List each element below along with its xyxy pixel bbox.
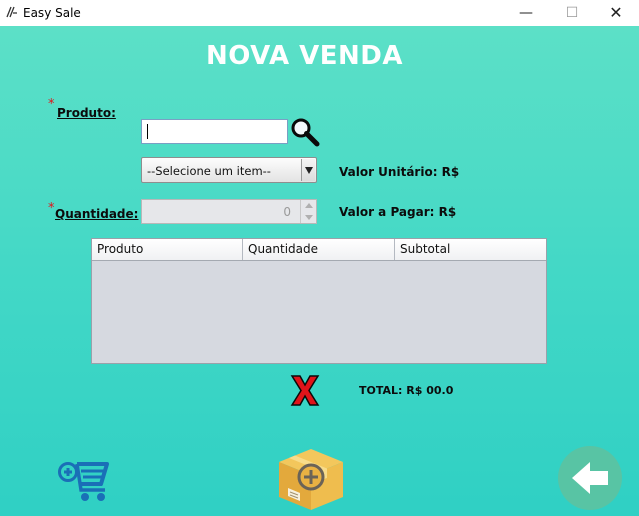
add-box-icon[interactable] <box>276 446 346 512</box>
table-header: Produto Quantidade Subtotal <box>92 239 546 261</box>
minimize-button[interactable]: — <box>503 0 549 26</box>
quantity-label: Quantidade: <box>55 207 139 221</box>
product-label: Produto: <box>57 106 116 120</box>
column-header-product[interactable]: Produto <box>92 239 243 260</box>
amount-due-label: Valor a Pagar: R$ <box>339 205 457 219</box>
add-to-cart-icon[interactable] <box>57 452 113 504</box>
page-title: NOVA VENDA <box>205 41 404 71</box>
product-search-input[interactable] <box>141 119 288 144</box>
chevron-down-icon[interactable] <box>301 159 315 181</box>
items-table[interactable]: Produto Quantidade Subtotal <box>91 238 547 364</box>
quantity-value: 0 <box>283 205 291 219</box>
total-label: TOTAL: R$ 00.0 <box>359 384 454 397</box>
column-header-subtotal[interactable]: Subtotal <box>395 239 546 260</box>
quantity-stepper[interactable]: 0 <box>141 199 317 224</box>
maximize-button[interactable]: ☐ <box>549 0 595 26</box>
title-bar: Easy Sale — ☐ ✕ <box>0 0 639 26</box>
stepper-arrows[interactable] <box>300 200 316 223</box>
remove-item-icon[interactable] <box>289 374 321 407</box>
search-icon[interactable] <box>290 117 320 147</box>
required-marker-quantity: * <box>48 201 55 216</box>
stepper-down-icon[interactable] <box>305 215 313 220</box>
sale-form: NOVA VENDA * Produto: --Selecione um ite… <box>0 26 639 516</box>
product-select[interactable]: --Selecione um item-- <box>141 157 317 183</box>
unit-price-label: Valor Unitário: R$ <box>339 165 460 179</box>
stepper-up-icon[interactable] <box>305 203 313 208</box>
product-search-field[interactable] <box>142 120 287 143</box>
app-icon <box>6 6 17 18</box>
text-caret <box>147 124 148 139</box>
back-arrow-icon <box>572 462 608 494</box>
required-marker-product: * <box>48 97 55 112</box>
product-select-value: --Selecione um item-- <box>147 164 271 178</box>
back-button[interactable] <box>558 446 622 510</box>
window-title: Easy Sale <box>23 6 81 20</box>
close-button[interactable]: ✕ <box>593 0 639 26</box>
column-header-quantity[interactable]: Quantidade <box>243 239 395 260</box>
